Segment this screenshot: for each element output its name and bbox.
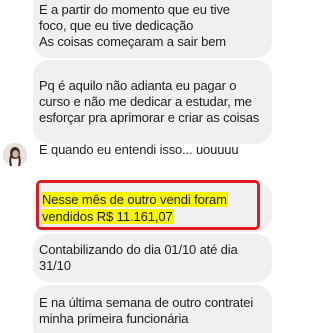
- message-bubble: Contabilizando do dia 01/10 até dia 31/1…: [33, 234, 272, 282]
- message-text: 31/10: [39, 258, 71, 273]
- message-text: As coisas começaram a sair bem: [39, 34, 226, 49]
- message-bubble: Pq é aquilo não adianta eu pagar o curso…: [33, 60, 272, 157]
- message-text: curso e não me dedicar a estudar, me: [39, 94, 252, 109]
- red-annotation-box: [36, 180, 260, 230]
- message-text: E a partir do momento que eu tive: [39, 2, 230, 17]
- message-text: E na última semana de outro contratei: [39, 295, 254, 310]
- message-bubble: E na última semana de outro contratei mi…: [33, 285, 272, 333]
- chat-thread: E a partir do momento que eu tive foco, …: [0, 0, 281, 333]
- contact-avatar[interactable]: [3, 143, 27, 167]
- message-text: minha primeira funcionária: [39, 311, 189, 326]
- avatar-photo-icon: [3, 143, 27, 167]
- message-text: E quando eu entendi isso... uouuuu: [39, 142, 239, 157]
- message-text: Pq é aquilo não adianta eu pagar o: [39, 78, 237, 93]
- message-text: esforçar pra aprimorar e criar as coisas: [39, 110, 260, 125]
- message-bubble: E a partir do momento que eu tive foco, …: [33, 0, 272, 58]
- message-text: [39, 126, 266, 142]
- message-text: foco, que eu tive dedicação: [39, 18, 194, 33]
- message-text: Contabilizando do dia 01/10 até dia: [39, 242, 238, 257]
